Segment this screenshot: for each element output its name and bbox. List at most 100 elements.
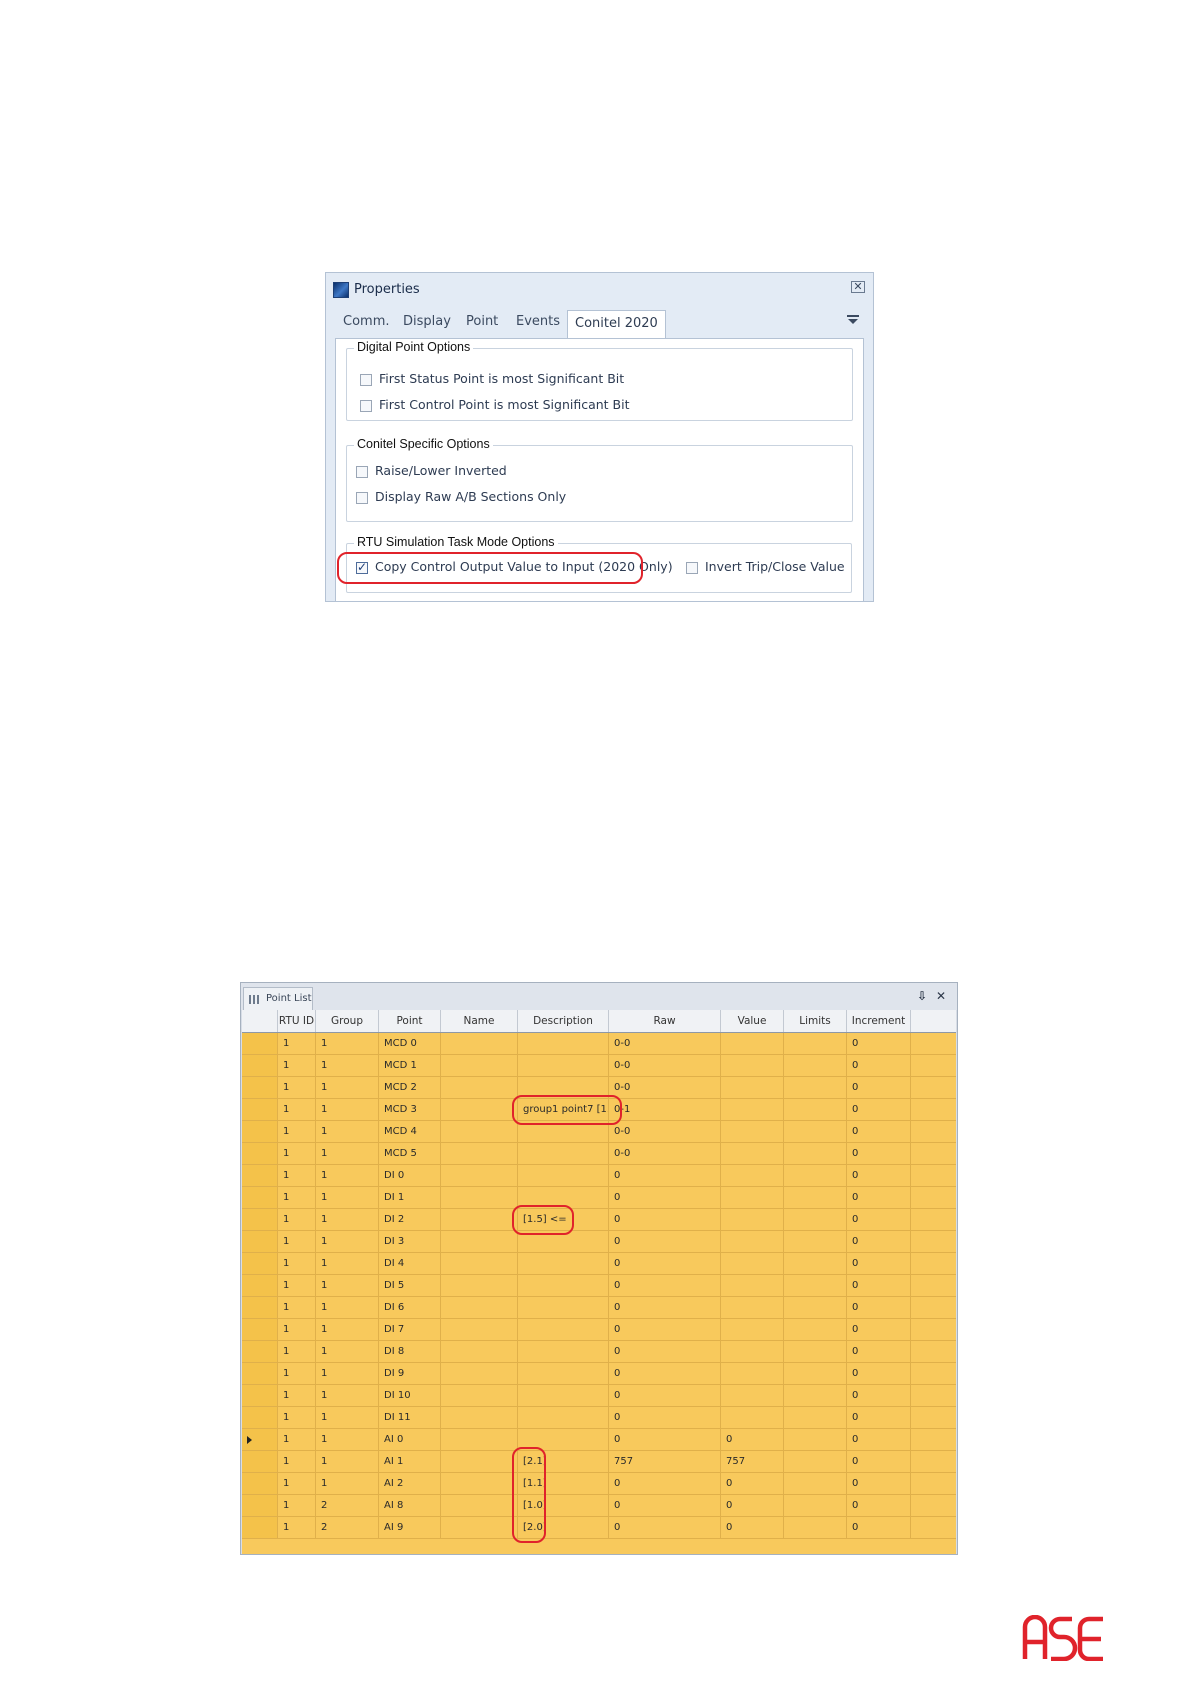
cell-increment[interactable]: 0 bbox=[847, 1253, 911, 1274]
col-value-header[interactable]: Value bbox=[721, 1010, 784, 1032]
close-icon[interactable]: ✕ bbox=[936, 989, 946, 1003]
cell-description[interactable] bbox=[518, 1055, 609, 1076]
table-row[interactable]: 1 1 DI 10 0 0 bbox=[242, 1385, 956, 1407]
cell-raw[interactable]: 0 bbox=[609, 1187, 721, 1208]
cell-value[interactable] bbox=[721, 1231, 784, 1252]
col-point-header[interactable]: Point bbox=[379, 1010, 441, 1032]
cell-raw[interactable]: 0 bbox=[609, 1517, 721, 1538]
cell-value[interactable] bbox=[721, 1165, 784, 1186]
row-selector[interactable] bbox=[242, 1077, 278, 1098]
cell-rtu-id[interactable]: 1 bbox=[278, 1297, 316, 1318]
col-rtu-id-header[interactable]: RTU ID bbox=[278, 1010, 316, 1032]
cell-rtu-id[interactable]: 1 bbox=[278, 1319, 316, 1340]
cell-increment[interactable]: 0 bbox=[847, 1385, 911, 1406]
cell-description[interactable] bbox=[518, 1341, 609, 1362]
cell-raw[interactable]: 0-0 bbox=[609, 1055, 721, 1076]
cell-rtu-id[interactable]: 1 bbox=[278, 1077, 316, 1098]
cell-limits[interactable] bbox=[784, 1121, 847, 1142]
col-limits-header[interactable]: Limits bbox=[784, 1010, 847, 1032]
cell-name[interactable] bbox=[441, 1473, 518, 1494]
cell-group[interactable]: 1 bbox=[316, 1407, 379, 1428]
cell-limits[interactable] bbox=[784, 1451, 847, 1472]
cell-increment[interactable]: 0 bbox=[847, 1451, 911, 1472]
cell-raw[interactable]: 0-1 bbox=[609, 1099, 721, 1120]
cell-rtu-id[interactable]: 1 bbox=[278, 1407, 316, 1428]
cell-name[interactable] bbox=[441, 1187, 518, 1208]
cell-rtu-id[interactable]: 1 bbox=[278, 1517, 316, 1538]
tab-events[interactable]: Events bbox=[516, 314, 560, 329]
table-row[interactable]: 1 1 DI 300 bbox=[242, 1231, 956, 1253]
cell-value[interactable] bbox=[721, 1143, 784, 1164]
cell-name[interactable] bbox=[441, 1517, 518, 1538]
col-group-header[interactable]: Group bbox=[316, 1010, 379, 1032]
cell-value[interactable]: 0 bbox=[721, 1517, 784, 1538]
table-row[interactable]: 1 1 AI 2 [1.1] 0 0 0 bbox=[242, 1473, 956, 1495]
cell-name[interactable] bbox=[441, 1055, 518, 1076]
cell-limits[interactable] bbox=[784, 1165, 847, 1186]
cell-rtu-id[interactable]: 1 bbox=[278, 1495, 316, 1516]
cell-point[interactable]: MCD 3 bbox=[379, 1099, 441, 1120]
cell-rtu-id[interactable]: 1 bbox=[278, 1121, 316, 1142]
table-row[interactable]: 1 1 MCD 1 0-0 0 bbox=[242, 1055, 956, 1077]
raise-lower-inverted-checkbox[interactable] bbox=[356, 466, 368, 478]
cell-raw[interactable]: 0 bbox=[609, 1407, 721, 1428]
cell-rtu-id[interactable]: 1 bbox=[278, 1099, 316, 1120]
cell-name[interactable] bbox=[441, 1429, 518, 1450]
row-selector[interactable] bbox=[242, 1517, 278, 1538]
cell-point[interactable]: AI 0 bbox=[379, 1429, 441, 1450]
cell-group[interactable]: 1 bbox=[316, 1033, 379, 1054]
cell-raw[interactable]: 0 bbox=[609, 1253, 721, 1274]
cell-value[interactable] bbox=[721, 1341, 784, 1362]
cell-rtu-id[interactable]: 1 bbox=[278, 1165, 316, 1186]
cell-description[interactable] bbox=[518, 1165, 609, 1186]
cell-name[interactable] bbox=[441, 1231, 518, 1252]
cell-limits[interactable] bbox=[784, 1033, 847, 1054]
col-description-header[interactable]: Description bbox=[518, 1010, 609, 1032]
row-selector[interactable] bbox=[242, 1429, 278, 1450]
cell-group[interactable]: 1 bbox=[316, 1121, 379, 1142]
cell-name[interactable] bbox=[441, 1121, 518, 1142]
cell-rtu-id[interactable]: 1 bbox=[278, 1033, 316, 1054]
row-selector[interactable] bbox=[242, 1341, 278, 1362]
tab-comm[interactable]: Comm. bbox=[343, 314, 390, 329]
cell-group[interactable]: 1 bbox=[316, 1275, 379, 1296]
cell-rtu-id[interactable]: 1 bbox=[278, 1209, 316, 1230]
row-selector[interactable] bbox=[242, 1385, 278, 1406]
row-selector[interactable] bbox=[242, 1099, 278, 1120]
row-selector[interactable] bbox=[242, 1231, 278, 1252]
cell-rtu-id[interactable]: 1 bbox=[278, 1363, 316, 1384]
cell-point[interactable]: MCD 5 bbox=[379, 1143, 441, 1164]
cell-raw[interactable]: 0 bbox=[609, 1231, 721, 1252]
cell-group[interactable]: 1 bbox=[316, 1429, 379, 1450]
cell-description[interactable] bbox=[518, 1407, 609, 1428]
cell-value[interactable] bbox=[721, 1121, 784, 1142]
row-selector[interactable] bbox=[242, 1253, 278, 1274]
cell-group[interactable]: 1 bbox=[316, 1253, 379, 1274]
cell-raw[interactable]: 0 bbox=[609, 1209, 721, 1230]
cell-group[interactable]: 1 bbox=[316, 1055, 379, 1076]
cell-name[interactable] bbox=[441, 1363, 518, 1384]
cell-point[interactable]: DI 7 bbox=[379, 1319, 441, 1340]
cell-point[interactable]: DI 6 bbox=[379, 1297, 441, 1318]
cell-rtu-id[interactable]: 1 bbox=[278, 1385, 316, 1406]
table-row[interactable]: 1 1 DI 800 bbox=[242, 1341, 956, 1363]
cell-value[interactable] bbox=[721, 1363, 784, 1384]
row-selector[interactable] bbox=[242, 1407, 278, 1428]
cell-point[interactable]: AI 1 bbox=[379, 1451, 441, 1472]
cell-description[interactable] bbox=[518, 1363, 609, 1384]
cell-point[interactable]: MCD 1 bbox=[379, 1055, 441, 1076]
cell-rtu-id[interactable]: 1 bbox=[278, 1187, 316, 1208]
cell-increment[interactable]: 0 bbox=[847, 1363, 911, 1384]
cell-value[interactable] bbox=[721, 1033, 784, 1054]
close-icon[interactable]: ✕ bbox=[851, 281, 865, 293]
cell-point[interactable]: DI 4 bbox=[379, 1253, 441, 1274]
cell-limits[interactable] bbox=[784, 1319, 847, 1340]
cell-name[interactable] bbox=[441, 1297, 518, 1318]
table-row[interactable]: 1 1 DI 100 bbox=[242, 1187, 956, 1209]
row-selector[interactable] bbox=[242, 1143, 278, 1164]
cell-increment[interactable]: 0 bbox=[847, 1077, 911, 1098]
cell-rtu-id[interactable]: 1 bbox=[278, 1473, 316, 1494]
table-row[interactable]: 1 1 MCD 0 0-0 0 bbox=[242, 1033, 956, 1055]
cell-limits[interactable] bbox=[784, 1341, 847, 1362]
cell-group[interactable]: 1 bbox=[316, 1473, 379, 1494]
